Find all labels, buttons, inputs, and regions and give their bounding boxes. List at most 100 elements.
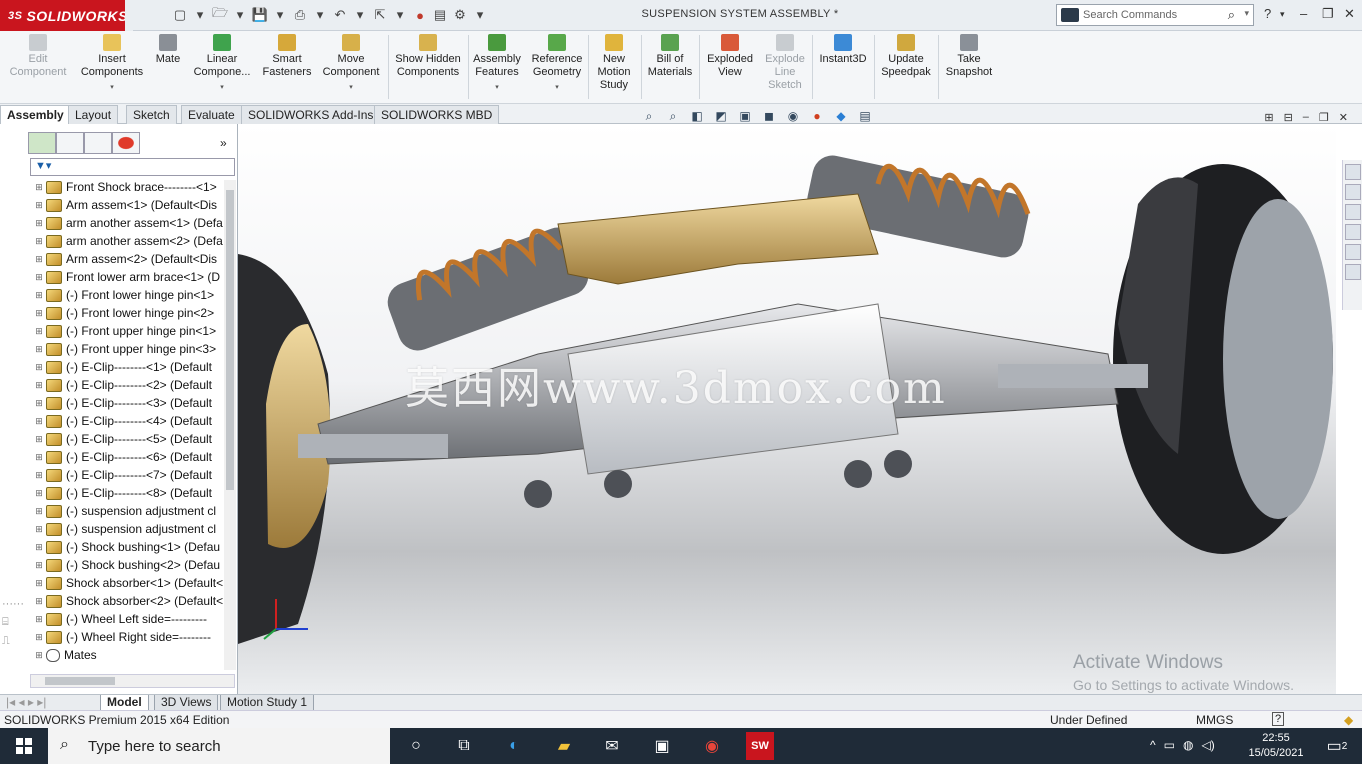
start-button[interactable] — [0, 728, 48, 764]
chevron-down-icon[interactable]: ▾ — [1280, 9, 1285, 20]
show-hidden-components-button[interactable]: Show Hidden Components — [392, 34, 464, 102]
expand-icon[interactable]: ⊞ — [34, 650, 44, 661]
expand-icon[interactable]: ⊞ — [34, 380, 44, 391]
help-icon[interactable]: ? — [1272, 712, 1285, 726]
expand-icon[interactable]: ⊞ — [34, 488, 44, 499]
chevron-down-icon[interactable]: ▾ — [1244, 8, 1249, 19]
mate-button[interactable]: Mate — [152, 34, 184, 102]
view-orientation-icon[interactable]: ▣ — [736, 109, 754, 124]
task-view-icon[interactable]: ⧉ — [452, 734, 476, 758]
clock[interactable]: 22:55 15/05/2021 — [1246, 731, 1306, 761]
search-commands-box[interactable]: Search Commands ⌕ ▾ — [1056, 4, 1254, 26]
tree-item[interactable]: ⊞ (-) Front lower hinge pin<2> — [30, 304, 224, 322]
tree-item[interactable]: ⊞ Front lower arm brace<1> (D — [30, 268, 224, 286]
help-icon[interactable]: ? — [1264, 6, 1271, 21]
property-manager-tab-icon[interactable] — [56, 132, 84, 154]
edge-icon[interactable]: ◐ — [502, 734, 526, 758]
dropdown-icon[interactable]: ▾ — [470, 7, 490, 23]
tree-horizontal-scrollbar[interactable] — [30, 674, 235, 688]
tree-item[interactable]: ⊞ Shock absorber<2> (Default< — [30, 592, 224, 610]
notifications-icon[interactable]: ▭ 2 — [1322, 734, 1352, 758]
dropdown-icon[interactable]: ▾ — [190, 7, 210, 23]
restore-icon[interactable]: ❐ — [1322, 6, 1334, 22]
dropdown-icon[interactable]: ▾ — [349, 81, 353, 94]
dropdown-icon[interactable]: ▾ — [310, 7, 330, 23]
tree-item[interactable]: ⊞ arm another assem<2> (Defa — [30, 232, 224, 250]
expand-icon[interactable]: ⊞ — [34, 596, 44, 607]
restore-icon[interactable]: ❐ — [1319, 111, 1329, 124]
language-icon[interactable]: ◍ — [1183, 738, 1193, 752]
expand-icon[interactable]: ⊞ — [34, 200, 44, 211]
dropdown-icon[interactable]: ▾ — [110, 81, 114, 94]
expand-icon[interactable]: ⊞ — [34, 362, 44, 373]
expand-icon[interactable]: ⊞ — [34, 218, 44, 229]
tile-icon[interactable]: ⊟ — [1284, 111, 1293, 124]
minimize-icon[interactable]: – — [1303, 111, 1309, 124]
edit-appearance-icon[interactable]: ● — [808, 109, 826, 124]
tree-vertical-scrollbar[interactable] — [224, 180, 236, 670]
cortana-icon[interactable]: ○ — [404, 734, 428, 758]
dropdown-icon[interactable]: ▾ — [390, 7, 410, 23]
insert-components-button[interactable]: Insert Components ▾ — [76, 34, 148, 102]
minimize-icon[interactable]: – — [1300, 6, 1307, 21]
units-selector[interactable]: MMGS — [1196, 713, 1233, 727]
tree-item[interactable]: ⊞ (-) Shock bushing<1> (Defau — [30, 538, 224, 556]
taskbar-search-input[interactable]: Type here to search — [88, 738, 221, 755]
expand-icon[interactable]: ⊞ — [34, 254, 44, 265]
expand-icon[interactable]: ⊞ — [34, 182, 44, 193]
design-library-icon[interactable] — [1345, 184, 1361, 200]
dropdown-icon[interactable]: ▾ — [220, 81, 224, 94]
take-snapshot-button[interactable]: Take Snapshot — [940, 34, 998, 102]
expand-icon[interactable]: ⊞ — [34, 272, 44, 283]
chrome-icon[interactable]: ◉ — [700, 734, 724, 758]
edit-component-button[interactable]: Edit Component — [6, 34, 70, 102]
tab-scroll-arrows[interactable]: |◂ ◂ ▸ ▸| — [0, 695, 100, 711]
tree-item[interactable]: ⊞ (-) E-Clip--------<4> (Default — [30, 412, 224, 430]
tab-model[interactable]: Model — [100, 695, 149, 711]
tree-item[interactable]: ⊞ (-) E-Clip--------<8> (Default — [30, 484, 224, 502]
explode-line-sketch-button[interactable]: Explode Line Sketch — [760, 34, 810, 102]
expand-icon[interactable]: ⊞ — [34, 416, 44, 427]
expand-icon[interactable]: ⊞ — [34, 344, 44, 355]
rebuild-icon[interactable]: ● — [410, 8, 430, 23]
store-icon[interactable]: ▣ — [650, 734, 674, 758]
configuration-manager-tab-icon[interactable] — [84, 132, 112, 154]
save-icon[interactable]: 💾 — [250, 7, 270, 23]
tree-item[interactable]: ⊞ (-) E-Clip--------<3> (Default — [30, 394, 224, 412]
tab-layout[interactable]: Layout — [68, 105, 119, 124]
new-document-icon[interactable]: ▢ — [170, 7, 190, 23]
expand-chevron-icon[interactable]: » — [220, 136, 227, 150]
expand-icon[interactable]: ⊞ — [34, 614, 44, 625]
dropdown-icon[interactable]: ▾ — [555, 81, 559, 94]
select-arrow-icon[interactable]: ⇱ — [370, 7, 390, 23]
taskbar-search[interactable]: ⌕ Type here to search — [48, 728, 390, 764]
expand-icon[interactable]: ⊞ — [34, 236, 44, 247]
solidworks-taskbar-icon[interactable]: SW — [746, 732, 774, 760]
open-folder-icon[interactable]: 🗁 — [210, 4, 230, 26]
tree-item[interactable]: ⊞ (-) Front lower hinge pin<1> — [30, 286, 224, 304]
feature-manager-tab-icon[interactable] — [28, 132, 56, 154]
tree-item-mates[interactable]: ⊞ Mates — [30, 646, 224, 664]
tab-solidworks-add-ins[interactable]: SOLIDWORKS Add-Ins — [241, 105, 381, 124]
appearances-icon[interactable] — [1345, 244, 1361, 260]
tab-motion-study-1[interactable]: Motion Study 1 — [220, 695, 315, 711]
solidworks-logo[interactable]: 3S SOLIDWORKS — [0, 0, 133, 31]
volume-icon[interactable]: ◁) — [1201, 738, 1214, 752]
tree-item[interactable]: ⊞ arm another assem<1> (Defa — [30, 214, 224, 232]
tree-item[interactable]: ⊞ (-) E-Clip--------<6> (Default — [30, 448, 224, 466]
apply-scene-icon[interactable]: ◆ — [832, 109, 850, 124]
tile-icon[interactable]: ⊞ — [1264, 111, 1273, 124]
tree-item[interactable]: ⊞ Shock absorber<1> (Default< — [30, 574, 224, 592]
display-manager-tab-icon[interactable] — [112, 132, 140, 154]
tree-item[interactable]: ⊞ (-) Wheel Right side=-------- — [30, 628, 224, 646]
file-explorer-icon[interactable]: ▰ — [552, 734, 576, 758]
tree-item[interactable]: ⊞ (-) suspension adjustment cl — [30, 502, 224, 520]
expand-icon[interactable]: ⊞ — [34, 524, 44, 535]
expand-icon[interactable]: ⊞ — [34, 632, 44, 643]
tree-item[interactable]: ⊞ Arm assem<1> (Default<Dis — [30, 196, 224, 214]
new-motion-study-button[interactable]: New Motion Study — [590, 34, 638, 102]
home-icon[interactable] — [1345, 164, 1361, 180]
tree-item[interactable]: ⊞ (-) Wheel Left side=--------- — [30, 610, 224, 628]
tab-solidworks-mbd[interactable]: SOLIDWORKS MBD — [374, 105, 500, 124]
tree-item[interactable]: ⊞ (-) Front upper hinge pin<3> — [30, 340, 224, 358]
